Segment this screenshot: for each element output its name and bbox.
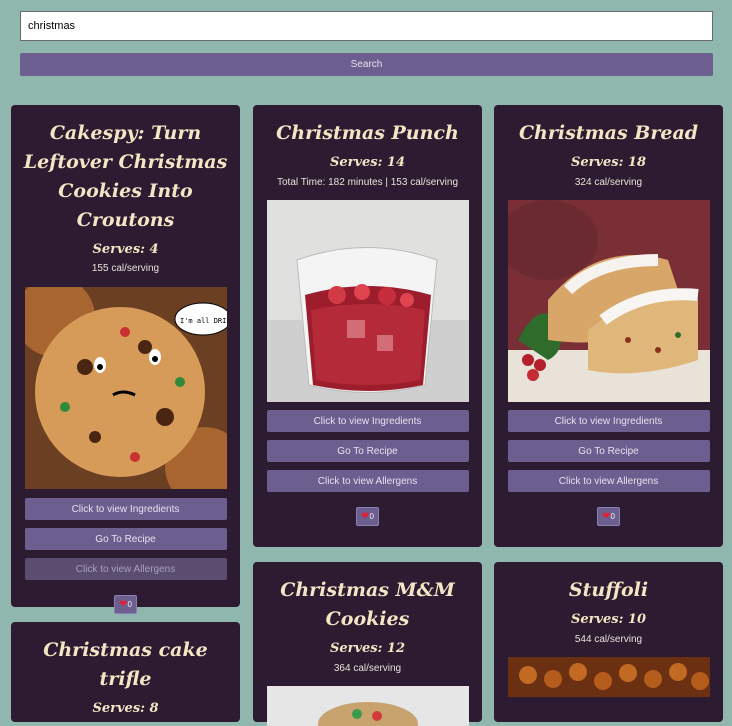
recipe-info: 155 cal/serving: [91, 263, 160, 274]
recipe-image: [507, 657, 710, 697]
cookie-speech-text: I'm all DRIED o: [180, 317, 227, 325]
search-button[interactable]: Search: [20, 53, 713, 76]
view-ingredients-button[interactable]: Click to view Ingredients: [24, 498, 227, 520]
view-allergens-button[interactable]: Click to view Allergens: [507, 470, 710, 492]
like-button[interactable]: ❤0: [114, 595, 137, 614]
recipe-card: Stuffoli Serves: 10 544 cal/serving: [494, 562, 723, 722]
recipe-title: Christmas Bread: [518, 122, 699, 144]
recipe-image: [266, 200, 469, 402]
recipe-title: Christmas Punch: [276, 122, 459, 144]
recipe-title: Stuffoli: [568, 579, 649, 601]
recipe-serves: Serves: 18: [570, 155, 647, 170]
recipe-info: 364 cal/serving: [333, 663, 402, 674]
like-count: 0: [369, 512, 374, 521]
go-to-recipe-button[interactable]: Go To Recipe: [266, 440, 469, 462]
recipe-serves: Serves: 14: [329, 155, 406, 170]
recipe-card: Christmas M&M Cookies Serves: 12 364 cal…: [253, 562, 482, 726]
recipe-info: 544 cal/serving: [574, 634, 643, 645]
recipe-image: I'm all DRIED o: [24, 287, 227, 489]
recipe-serves: Serves: 10: [570, 612, 647, 627]
recipe-card: Christmas Punch Serves: 14 Total Time: 1…: [253, 105, 482, 547]
view-ingredients-button[interactable]: Click to view Ingredients: [266, 410, 469, 432]
recipe-serves: Serves: 8: [92, 701, 159, 716]
recipe-card: Christmas cake trifle Serves: 8: [11, 622, 240, 722]
recipe-serves: Serves: 4: [92, 242, 159, 257]
recipe-info: Total Time: 182 minutes | 153 cal/servin…: [276, 177, 459, 188]
recipe-image: [266, 686, 469, 726]
search-input[interactable]: [20, 11, 713, 41]
like-count: 0: [610, 512, 615, 521]
view-ingredients-button[interactable]: Click to view Ingredients: [507, 410, 710, 432]
recipe-title: Christmas M&M Cookies: [280, 579, 455, 630]
recipe-card: Cakespy: Turn Leftover Christmas Cookies…: [11, 105, 240, 614]
view-allergens-button[interactable]: Click to view Allergens: [266, 470, 469, 492]
like-button[interactable]: ❤0: [597, 507, 620, 526]
recipe-title: Christmas cake trifle: [43, 639, 208, 690]
recipe-serves: Serves: 12: [329, 641, 406, 656]
recipe-image: [507, 200, 710, 402]
go-to-recipe-button[interactable]: Go To Recipe: [24, 528, 227, 550]
like-count: 0: [127, 600, 132, 609]
go-to-recipe-button[interactable]: Go To Recipe: [507, 440, 710, 462]
like-button[interactable]: ❤0: [356, 507, 379, 526]
recipe-info: 324 cal/serving: [574, 177, 643, 188]
recipe-title: Cakespy: Turn Leftover Christmas Cookies…: [23, 122, 228, 231]
recipe-card: Christmas Bread Serves: 18 324 cal/servi…: [494, 105, 723, 547]
view-allergens-button[interactable]: Click to view Allergens: [24, 558, 227, 580]
